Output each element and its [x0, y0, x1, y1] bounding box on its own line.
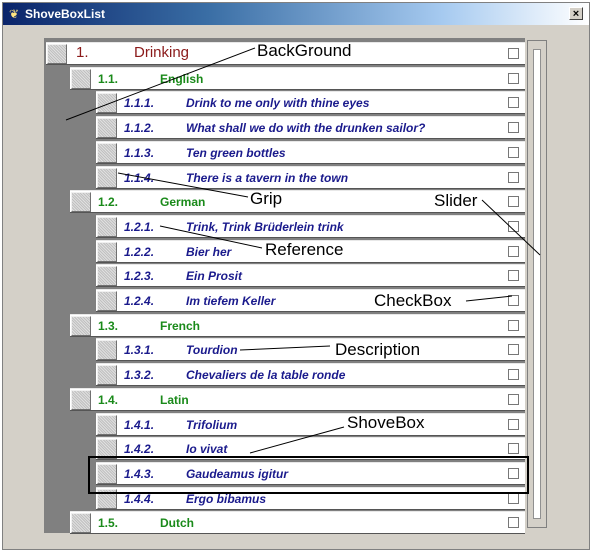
- background-annotation: BackGround: [257, 41, 352, 60]
- shovebox-annotation: ShoveBox: [347, 413, 425, 432]
- grip-annotation: Grip: [250, 189, 283, 208]
- description-annotation: Description: [335, 340, 421, 359]
- checkbox-annotation: CheckBox: [374, 291, 452, 310]
- reference-annotation: Reference: [265, 240, 344, 259]
- annotation-lines: [65, 47, 541, 454]
- slider-annotation: Slider: [434, 191, 478, 210]
